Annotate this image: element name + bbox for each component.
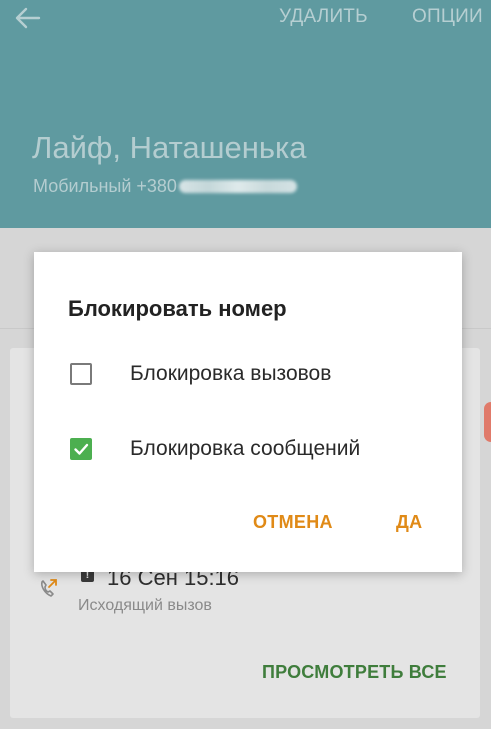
contact-phone: Мобильный +380 [33, 176, 297, 197]
checkmark-icon [74, 443, 89, 455]
block-number-dialog: Блокировать номер Блокировка вызовов Бло… [34, 252, 462, 572]
redacted-number [178, 180, 297, 193]
block-messages-option[interactable]: Блокировка сообщений [70, 429, 450, 469]
block-messages-label: Блокировка сообщений [130, 437, 361, 460]
outgoing-call-icon [41, 579, 57, 597]
options-button[interactable]: ОПЦИИ [412, 6, 483, 28]
floating-button-edge[interactable] [484, 402, 491, 442]
phone-label: Мобильный +380 [33, 176, 177, 196]
ok-button[interactable]: ДА [396, 512, 422, 533]
contact-header: УДАЛИТЬ ОПЦИИ Лайф, Наташенька Мобильный… [0, 0, 491, 228]
block-calls-option[interactable]: Блокировка вызовов [70, 354, 450, 394]
block-messages-checkbox[interactable] [70, 438, 92, 460]
block-calls-label: Блокировка вызовов [130, 362, 332, 385]
call-type: Исходящий вызов [78, 597, 212, 614]
contact-name: Лайф, Наташенька [32, 130, 307, 165]
back-arrow-icon [15, 7, 41, 29]
dialog-title: Блокировать номер [68, 296, 287, 321]
cancel-button[interactable]: ОТМЕНА [253, 512, 333, 533]
delete-button[interactable]: УДАЛИТЬ [279, 6, 368, 28]
back-button[interactable] [10, 4, 46, 32]
view-all-button[interactable]: ПРОСМОТРЕТЬ ВСЕ [262, 662, 447, 683]
block-calls-checkbox[interactable] [70, 363, 92, 385]
